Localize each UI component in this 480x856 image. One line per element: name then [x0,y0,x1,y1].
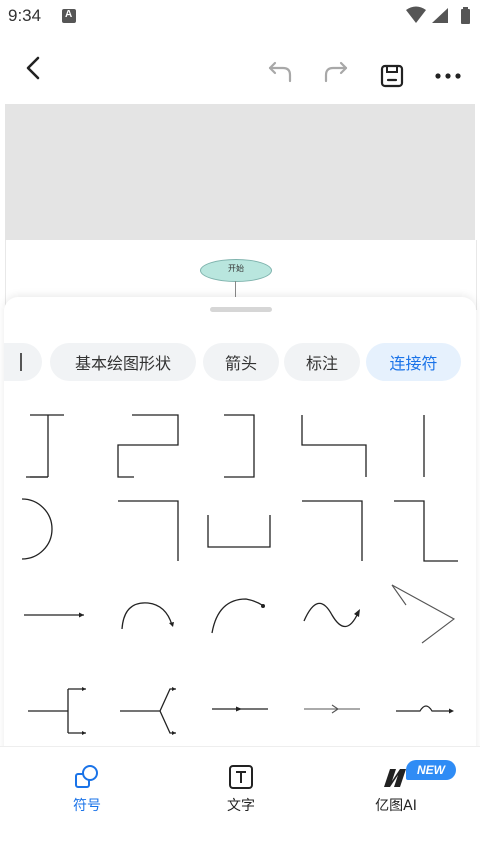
nav-label: 文字 [227,798,255,814]
category-chip-partial[interactable] [4,343,42,381]
text-box-icon [229,765,253,789]
category-chip-connectors[interactable]: 连接符 [366,343,461,381]
connector-arc-arrow-dot[interactable] [196,579,276,659]
connector-elbow-up-right[interactable] [8,401,88,481]
save-button[interactable] [374,58,410,94]
connector-step-down-right[interactable] [384,491,464,571]
category-tabs: 基本绘图形状 箭头 标注 连接符 [4,343,476,383]
connector-arc-arrow[interactable] [100,579,180,659]
canvas-background [5,104,475,240]
connector-grid [4,397,476,747]
nav-symbols[interactable]: 符号 [27,761,147,821]
back-button[interactable] [16,50,52,86]
connector-u-shape[interactable] [196,491,276,571]
start-node-connector [235,281,236,298]
connector-bump-arrow-line[interactable] [384,669,464,749]
connector-corner-right-down[interactable] [288,491,368,571]
chip-label: 标注 [305,354,338,373]
category-chip-basic-shapes[interactable]: 基本绘图形状 [50,343,196,381]
chip-fragment-icon [20,353,22,371]
connector-zigzag[interactable] [100,401,180,481]
nav-text[interactable]: 文字 [181,761,301,821]
wifi-icon [406,6,426,23]
category-chip-arrows[interactable]: 箭头 [203,343,279,381]
new-badge: NEW [406,760,456,780]
notification-icon: A [62,9,76,23]
connector-fork-angled[interactable] [100,669,180,749]
status-bar: 9:34 A [0,0,480,34]
chip-label: 基本绘图形状 [74,354,171,373]
start-node-label: 开始 [228,264,244,273]
status-icons [406,6,470,24]
redo-icon [324,61,348,83]
battery-icon [461,9,470,24]
connector-arc-left[interactable] [8,491,88,571]
start-node[interactable]: 开始 [200,259,272,282]
more-button[interactable] [430,58,466,94]
top-app-bar [0,34,480,104]
save-icon [380,64,404,88]
more-dots-icon [435,73,461,79]
connector-fork[interactable] [8,669,88,749]
connector-bracket-right[interactable] [196,401,276,481]
connector-open-arrow-line[interactable] [288,669,368,749]
shapes-icon [75,765,98,788]
nav-label: 亿图AI [375,798,417,814]
connector-dot-arrow-line[interactable] [196,669,276,749]
connector-corner-down-right[interactable] [288,401,368,481]
signal-icon [432,8,448,23]
notification-letter: A [65,9,73,20]
connector-elbow-down[interactable] [100,491,180,571]
nav-label: 符号 [73,798,101,814]
status-time: 9:34 [8,6,42,25]
sheet-drag-handle[interactable] [210,307,272,312]
undo-icon [268,61,292,83]
chip-label: 连接符 [389,354,438,373]
connector-angle[interactable] [384,579,464,659]
redo-button[interactable] [318,54,354,90]
back-arrow-icon [26,56,40,80]
connector-straight-arrow[interactable] [8,579,88,659]
connector-vertical-line[interactable] [384,401,464,481]
undo-button[interactable] [262,54,298,90]
category-chip-callouts[interactable]: 标注 [284,343,360,381]
chip-label: 箭头 [224,354,257,373]
connector-wave-arrow[interactable] [288,579,368,659]
